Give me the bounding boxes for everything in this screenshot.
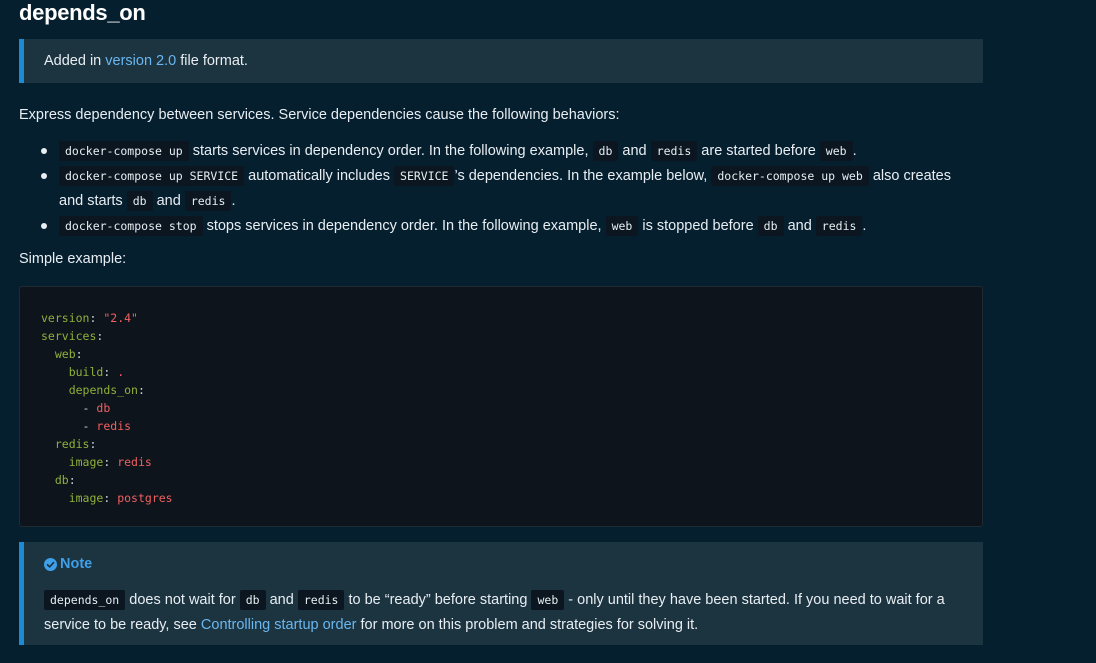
inline-code: depends_on [44, 590, 126, 610]
inline-code: db [592, 141, 619, 161]
section-heading: depends_on [19, 0, 146, 25]
list-text: is stopped before [642, 218, 754, 234]
note-callout: Note depends_on does not wait for db and… [19, 542, 983, 645]
inline-code: docker-compose up SERVICE [59, 166, 245, 186]
inline-code: docker-compose up [59, 141, 189, 161]
inline-code: redis [184, 191, 232, 211]
code-content: version: "2.4" services: web: build: . d… [41, 309, 982, 507]
note-title: Note [44, 555, 963, 573]
yaml-dash: - [82, 401, 90, 415]
intro-paragraph: Express dependency between services. Ser… [19, 107, 620, 123]
yaml-value: redis [117, 455, 152, 469]
docs-page: depends_on Added in version 2.0 file for… [0, 0, 1096, 663]
yaml-key: depends_on [68, 383, 138, 397]
list-text: starts services in dependency order. In … [192, 143, 589, 159]
inline-code: docker-compose up web [711, 166, 869, 186]
inline-code: web [531, 590, 565, 610]
yaml-code-block[interactable]: version: "2.4" services: web: build: . d… [19, 286, 983, 527]
startup-order-link[interactable]: Controlling startup order [201, 617, 357, 633]
list-text: stops services in dependency order. In t… [206, 218, 602, 234]
list-text: and [156, 193, 181, 209]
inline-code: db [757, 216, 784, 236]
yaml-punct: : [89, 437, 97, 451]
callout-suffix: file format. [180, 53, 248, 69]
yaml-key: version [41, 311, 90, 325]
list-text: ’s dependencies. In the example below, [454, 168, 708, 184]
yaml-key: image [68, 491, 104, 505]
list-text: and [787, 218, 812, 234]
yaml-key: image [68, 455, 104, 469]
inline-code: SERVICE [394, 166, 455, 186]
yaml-value: "2.4" [103, 311, 138, 325]
inline-code: db [126, 191, 153, 211]
yaml-value: redis [96, 419, 132, 433]
yaml-key: redis [54, 437, 90, 451]
inline-code: db [239, 590, 266, 610]
list-text: are started before [701, 143, 816, 159]
yaml-punct: : [68, 473, 76, 487]
inline-code: web [605, 216, 639, 236]
list-item: docker-compose up starts services in dep… [19, 139, 969, 164]
version-callout: Added in version 2.0 file format. [19, 39, 983, 83]
list-item: docker-compose up SERVICE automatically … [19, 164, 969, 214]
version-link[interactable]: version 2.0 [105, 53, 176, 69]
inline-code: redis [650, 141, 698, 161]
yaml-value: db [96, 401, 111, 415]
yaml-key: db [54, 473, 69, 487]
list-text: . [852, 143, 857, 159]
check-circle-icon [44, 557, 57, 571]
note-text: to be “ready” before starting [348, 592, 528, 608]
note-body: depends_on does not wait for db and redi… [44, 588, 963, 638]
note-title-text: Note [60, 556, 93, 572]
yaml-value: postgres [117, 491, 173, 505]
yaml-punct: : [103, 455, 111, 469]
behavior-list: docker-compose up starts services in dep… [19, 139, 969, 239]
list-text: and [622, 143, 647, 159]
yaml-dash: - [82, 419, 90, 433]
inline-code: web [819, 141, 853, 161]
note-text: does not wait for [129, 592, 236, 608]
yaml-key: web [54, 347, 76, 361]
yaml-punct: : [96, 329, 104, 343]
simple-example-label: Simple example: [19, 251, 127, 267]
inline-code: docker-compose stop [59, 216, 203, 236]
yaml-key: build [68, 365, 104, 379]
yaml-punct: : [137, 383, 145, 397]
inline-code: redis [815, 216, 863, 236]
yaml-punct: : [89, 311, 97, 325]
list-text: automatically includes [248, 168, 390, 184]
inline-code: redis [297, 590, 345, 610]
yaml-key: services [41, 329, 97, 343]
callout-prefix: Added in [44, 53, 102, 69]
note-text: and [269, 592, 294, 608]
yaml-punct: : [103, 365, 111, 379]
list-text: . [862, 218, 867, 234]
yaml-punct: : [75, 347, 83, 361]
list-item: docker-compose stop stops services in de… [19, 214, 969, 239]
yaml-value: . [117, 365, 125, 379]
note-text: for more on this problem and strategies … [360, 617, 699, 633]
list-text: . [231, 193, 236, 209]
yaml-punct: : [103, 491, 111, 505]
